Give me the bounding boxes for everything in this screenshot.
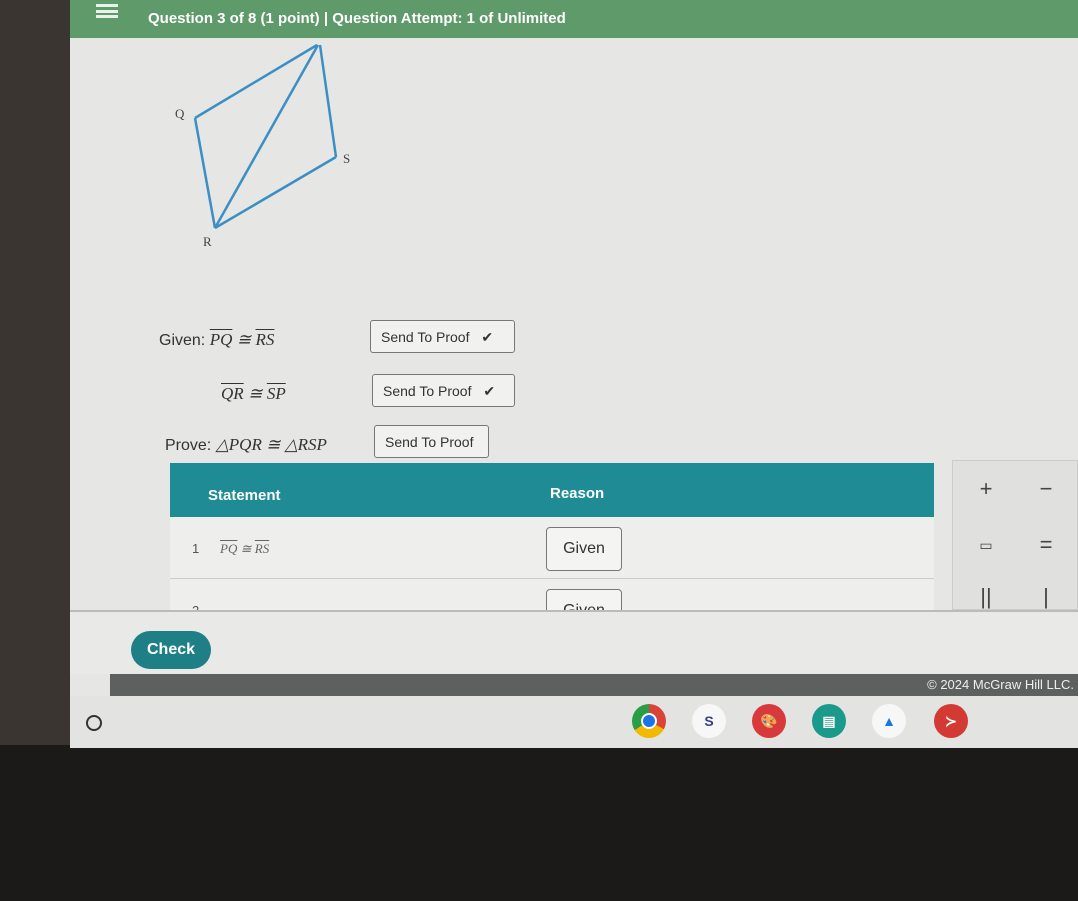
send-to-proof-button-3[interactable]: Send To Proof bbox=[374, 425, 489, 458]
copyright-bar: © 2024 McGraw Hill LLC. bbox=[110, 674, 1078, 696]
side-qr bbox=[193, 117, 217, 229]
segment: PQ bbox=[209, 330, 233, 349]
given-line-2: QR ≅ SP bbox=[221, 384, 286, 404]
os-shelf: S 🎨 ▤ ▲ ≻ bbox=[70, 696, 1078, 748]
copyright-text: © 2024 McGraw Hill LLC. bbox=[927, 677, 1074, 692]
fraction-key[interactable]: ▭ bbox=[957, 521, 1015, 569]
screen: Question 3 of 8 (1 point) | Question Att… bbox=[70, 0, 1078, 748]
given-line-1: Given: PQ ≅ RS bbox=[159, 330, 274, 350]
parallelogram-figure: Q S R bbox=[175, 43, 350, 249]
table-header: Statement Reason bbox=[170, 463, 934, 517]
footer-area bbox=[70, 610, 1078, 674]
checkmark-icon: ✔ bbox=[483, 383, 496, 399]
proof-table: Statement Reason 1 PQ ≅ RS Given 2 Given bbox=[170, 463, 934, 613]
diagonal-pr bbox=[213, 44, 320, 229]
segment: RS bbox=[254, 541, 270, 556]
check-button[interactable]: Check bbox=[131, 631, 211, 669]
congruent-symbol: ≅ bbox=[236, 330, 252, 349]
segment: RS bbox=[255, 330, 275, 349]
top-bar: Question 3 of 8 (1 point) | Question Att… bbox=[70, 0, 1078, 38]
remote-desktop-icon[interactable]: ≻ bbox=[934, 704, 968, 738]
segment: SP bbox=[266, 384, 286, 403]
label-q: Q bbox=[175, 106, 185, 121]
row-statement[interactable]: PQ ≅ RS bbox=[220, 541, 269, 557]
row-number: 1 bbox=[192, 541, 200, 556]
table-row: 1 PQ ≅ RS Given bbox=[170, 517, 934, 579]
math-keypad: + − ▭ = || | bbox=[952, 460, 1078, 610]
launcher-icon[interactable] bbox=[86, 715, 102, 731]
hamburger-icon[interactable] bbox=[96, 4, 118, 18]
classroom-icon[interactable]: ▤ bbox=[812, 704, 846, 738]
background-edge bbox=[0, 0, 70, 745]
plus-key[interactable]: + bbox=[957, 465, 1015, 513]
button-label: Send To Proof bbox=[381, 329, 470, 345]
button-label: Send To Proof bbox=[383, 383, 472, 399]
send-to-proof-button-2[interactable]: Send To Proof ✔ bbox=[372, 374, 515, 407]
google-drive-icon[interactable]: ▲ bbox=[872, 704, 906, 738]
congruent-symbol: ≅ bbox=[248, 384, 263, 403]
table-row: 2 Given bbox=[170, 579, 934, 613]
canvas-paint-icon[interactable]: 🎨 bbox=[752, 704, 786, 738]
chrome-icon[interactable] bbox=[632, 704, 666, 738]
given-label: Given: bbox=[159, 332, 206, 349]
reason-button[interactable]: Given bbox=[546, 527, 622, 571]
send-to-proof-button-1[interactable]: Send To Proof ✔ bbox=[370, 320, 515, 353]
segment: QR bbox=[221, 384, 244, 403]
minus-key[interactable]: − bbox=[1017, 465, 1075, 513]
congruent-symbol: ≅ bbox=[240, 541, 252, 556]
checkmark-icon: ✔ bbox=[481, 329, 494, 345]
segment: PQ bbox=[220, 541, 238, 556]
label-r: R bbox=[203, 234, 212, 249]
sora-icon[interactable]: S bbox=[692, 704, 726, 738]
side-sp bbox=[318, 44, 338, 158]
header-reason: Reason bbox=[550, 485, 605, 502]
prove-line: Prove: △PQR ≅ △RSP bbox=[165, 435, 327, 455]
side-rs bbox=[214, 155, 337, 230]
prove-statement: △PQR ≅ △RSP bbox=[215, 435, 327, 454]
question-title: Question 3 of 8 (1 point) | Question Att… bbox=[148, 10, 566, 27]
button-label: Send To Proof bbox=[385, 434, 474, 450]
label-s: S bbox=[343, 151, 350, 166]
equals-key[interactable]: = bbox=[1017, 521, 1075, 569]
prove-label: Prove: bbox=[165, 437, 212, 454]
header-statement: Statement bbox=[208, 487, 281, 504]
